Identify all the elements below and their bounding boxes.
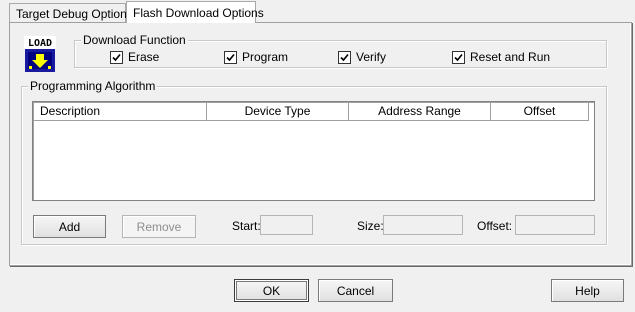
algorithm-list[interactable]: Description Device Type Address Range Of… [32,101,595,201]
cancel-button[interactable]: Cancel [318,279,393,302]
checkmark-icon [454,53,463,61]
remove-button[interactable]: Remove [122,215,196,238]
list-header: Description Device Type Address Range Of… [34,103,589,121]
column-header-address-range[interactable]: Address Range [349,103,491,121]
program-label: Program [242,50,289,64]
offset-field[interactable] [515,215,595,235]
verify-checkbox[interactable]: Verify [338,50,386,64]
start-field[interactable] [260,215,313,235]
checkmark-icon [226,53,235,61]
column-header-description[interactable]: Description [34,103,207,121]
checkbox-box[interactable] [338,50,351,64]
ok-button[interactable]: OK [234,279,309,302]
size-field[interactable] [383,215,463,235]
erase-checkbox[interactable]: Erase [110,50,159,64]
checkbox-box[interactable] [110,50,123,64]
load-icon-text: LOAD [28,38,52,49]
checkbox-box[interactable] [452,50,465,64]
add-button[interactable]: Add [33,215,106,238]
program-checkbox[interactable]: Program [224,50,288,64]
size-label: Size: [357,219,384,233]
programming-algorithm-title: Programming Algorithm [28,79,158,93]
checkmark-icon [340,53,349,61]
reset-and-run-checkbox[interactable]: Reset and Run [452,50,550,64]
erase-label: Erase [128,50,160,64]
column-header-device-type[interactable]: Device Type [207,103,349,121]
help-button[interactable]: Help [551,279,624,302]
start-label: Start: [232,219,261,233]
column-header-offset[interactable]: Offset [491,103,589,121]
download-function-title: Download Function [81,33,188,47]
offset-label: Offset: [477,219,513,233]
verify-label: Verify [356,50,387,64]
checkbox-box[interactable] [224,50,237,64]
load-icon: LOAD [24,36,56,72]
reset-and-run-label: Reset and Run [470,50,551,64]
checkmark-icon [112,53,121,61]
dialog-content: LOAD Download Function Erase Program Ver… [0,0,635,312]
